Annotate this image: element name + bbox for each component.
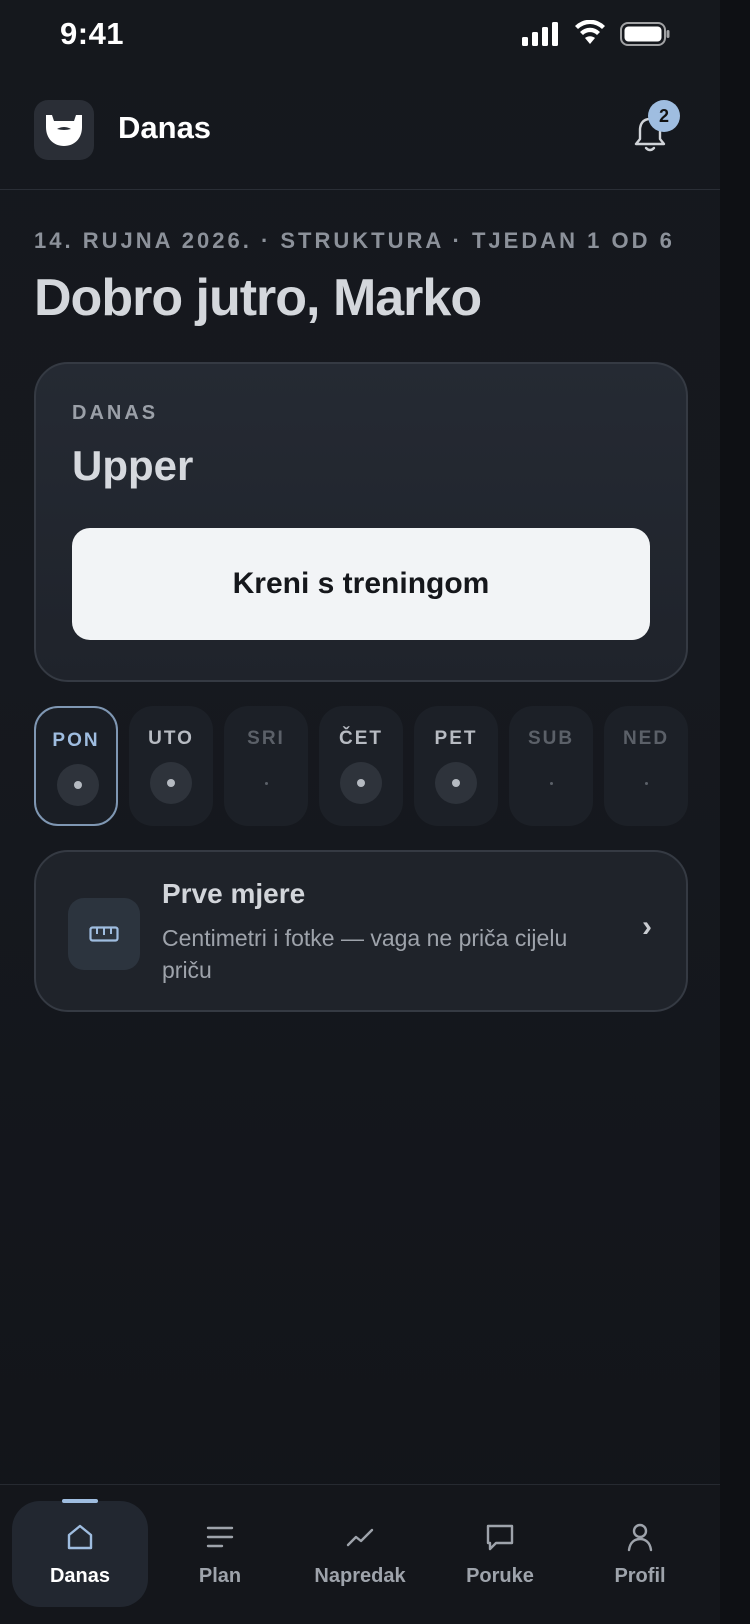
day-label: NED	[622, 728, 670, 749]
day-status-dot	[245, 762, 287, 804]
nav-label: Poruke	[466, 1565, 534, 1587]
ruler-icon	[68, 898, 140, 970]
nav-label: Danas	[49, 1565, 111, 1587]
day-sri[interactable]: SRI	[224, 706, 308, 826]
day-pet[interactable]: PET	[414, 706, 498, 826]
start-workout-button[interactable]: Kreni s treningom	[72, 528, 650, 640]
battery-icon	[620, 22, 670, 46]
nav-plan[interactable]: Plan	[152, 1501, 288, 1607]
active-tab-indicator	[62, 1499, 98, 1503]
day-status-dot	[340, 762, 382, 804]
measure-card-title: Prve mjere	[162, 878, 306, 909]
nav-profil[interactable]: Profil	[572, 1501, 708, 1607]
day-label: SUB	[527, 728, 575, 749]
app-logo	[34, 100, 94, 160]
nav-danas[interactable]: Danas	[12, 1499, 148, 1607]
day-status-dot	[435, 762, 477, 804]
nav-label: Napredak	[314, 1565, 406, 1587]
first-measurements-card[interactable]: Prve mjere Centimetri i fotke — vaga ne …	[34, 850, 688, 1012]
nav-label: Profil	[614, 1565, 666, 1587]
beard-logo-icon	[46, 115, 82, 146]
list-icon	[206, 1526, 234, 1548]
day-label: PET	[434, 728, 478, 749]
day-cet[interactable]: ČET	[319, 706, 403, 826]
day-status-dot	[530, 762, 572, 804]
day-ned[interactable]: NED	[604, 706, 688, 826]
today-workout-card: DANAS Upper Kreni s treningom	[34, 362, 688, 682]
nav-napredak[interactable]: Napredak	[292, 1501, 428, 1607]
day-status-dot	[57, 764, 99, 806]
today-label: DANAS	[72, 402, 159, 424]
week-day-strip: PON UTO SRI ČET PET SUB NED	[34, 706, 688, 826]
day-pon[interactable]: PON	[34, 706, 118, 826]
app-header: Danas 2	[0, 82, 720, 190]
page-title: Danas	[118, 110, 212, 145]
user-icon	[627, 1523, 653, 1552]
day-sub[interactable]: SUB	[509, 706, 593, 826]
greeting-heading: Dobro jutro, Marko	[34, 269, 482, 327]
cellular-signal-icon	[522, 22, 558, 46]
app-screen: 9:41 Danas 2 14. RUJNA 2026. · STRUKTURA…	[0, 0, 720, 1624]
date-program-meta: 14. RUJNA 2026. · STRUKTURA · TJEDAN 1 O…	[34, 228, 675, 253]
measure-card-subtitle: Centimetri i fotke — vaga ne priča cijel…	[162, 925, 568, 983]
wifi-icon	[575, 20, 605, 44]
today-workout-name: Upper	[72, 442, 194, 489]
chat-icon	[486, 1524, 514, 1551]
status-time: 9:41	[60, 16, 125, 51]
status-bar: 9:41	[0, 0, 720, 72]
nav-poruke[interactable]: Poruke	[432, 1501, 568, 1607]
day-label: SRI	[247, 728, 285, 749]
screen-edge	[720, 0, 750, 1624]
day-label: ČET	[339, 728, 383, 749]
trend-icon	[346, 1528, 374, 1547]
day-label: PON	[52, 730, 100, 751]
chevron-right-icon: ›	[642, 910, 652, 943]
day-status-dot	[150, 762, 192, 804]
day-label: UTO	[148, 728, 194, 749]
day-uto[interactable]: UTO	[129, 706, 213, 826]
day-status-dot	[625, 762, 667, 804]
home-icon	[67, 1524, 93, 1550]
bottom-navigation: Danas Plan Napredak Poruke Profil	[0, 1484, 720, 1624]
nav-label: Plan	[198, 1565, 242, 1587]
notification-badge: 2	[648, 100, 680, 132]
